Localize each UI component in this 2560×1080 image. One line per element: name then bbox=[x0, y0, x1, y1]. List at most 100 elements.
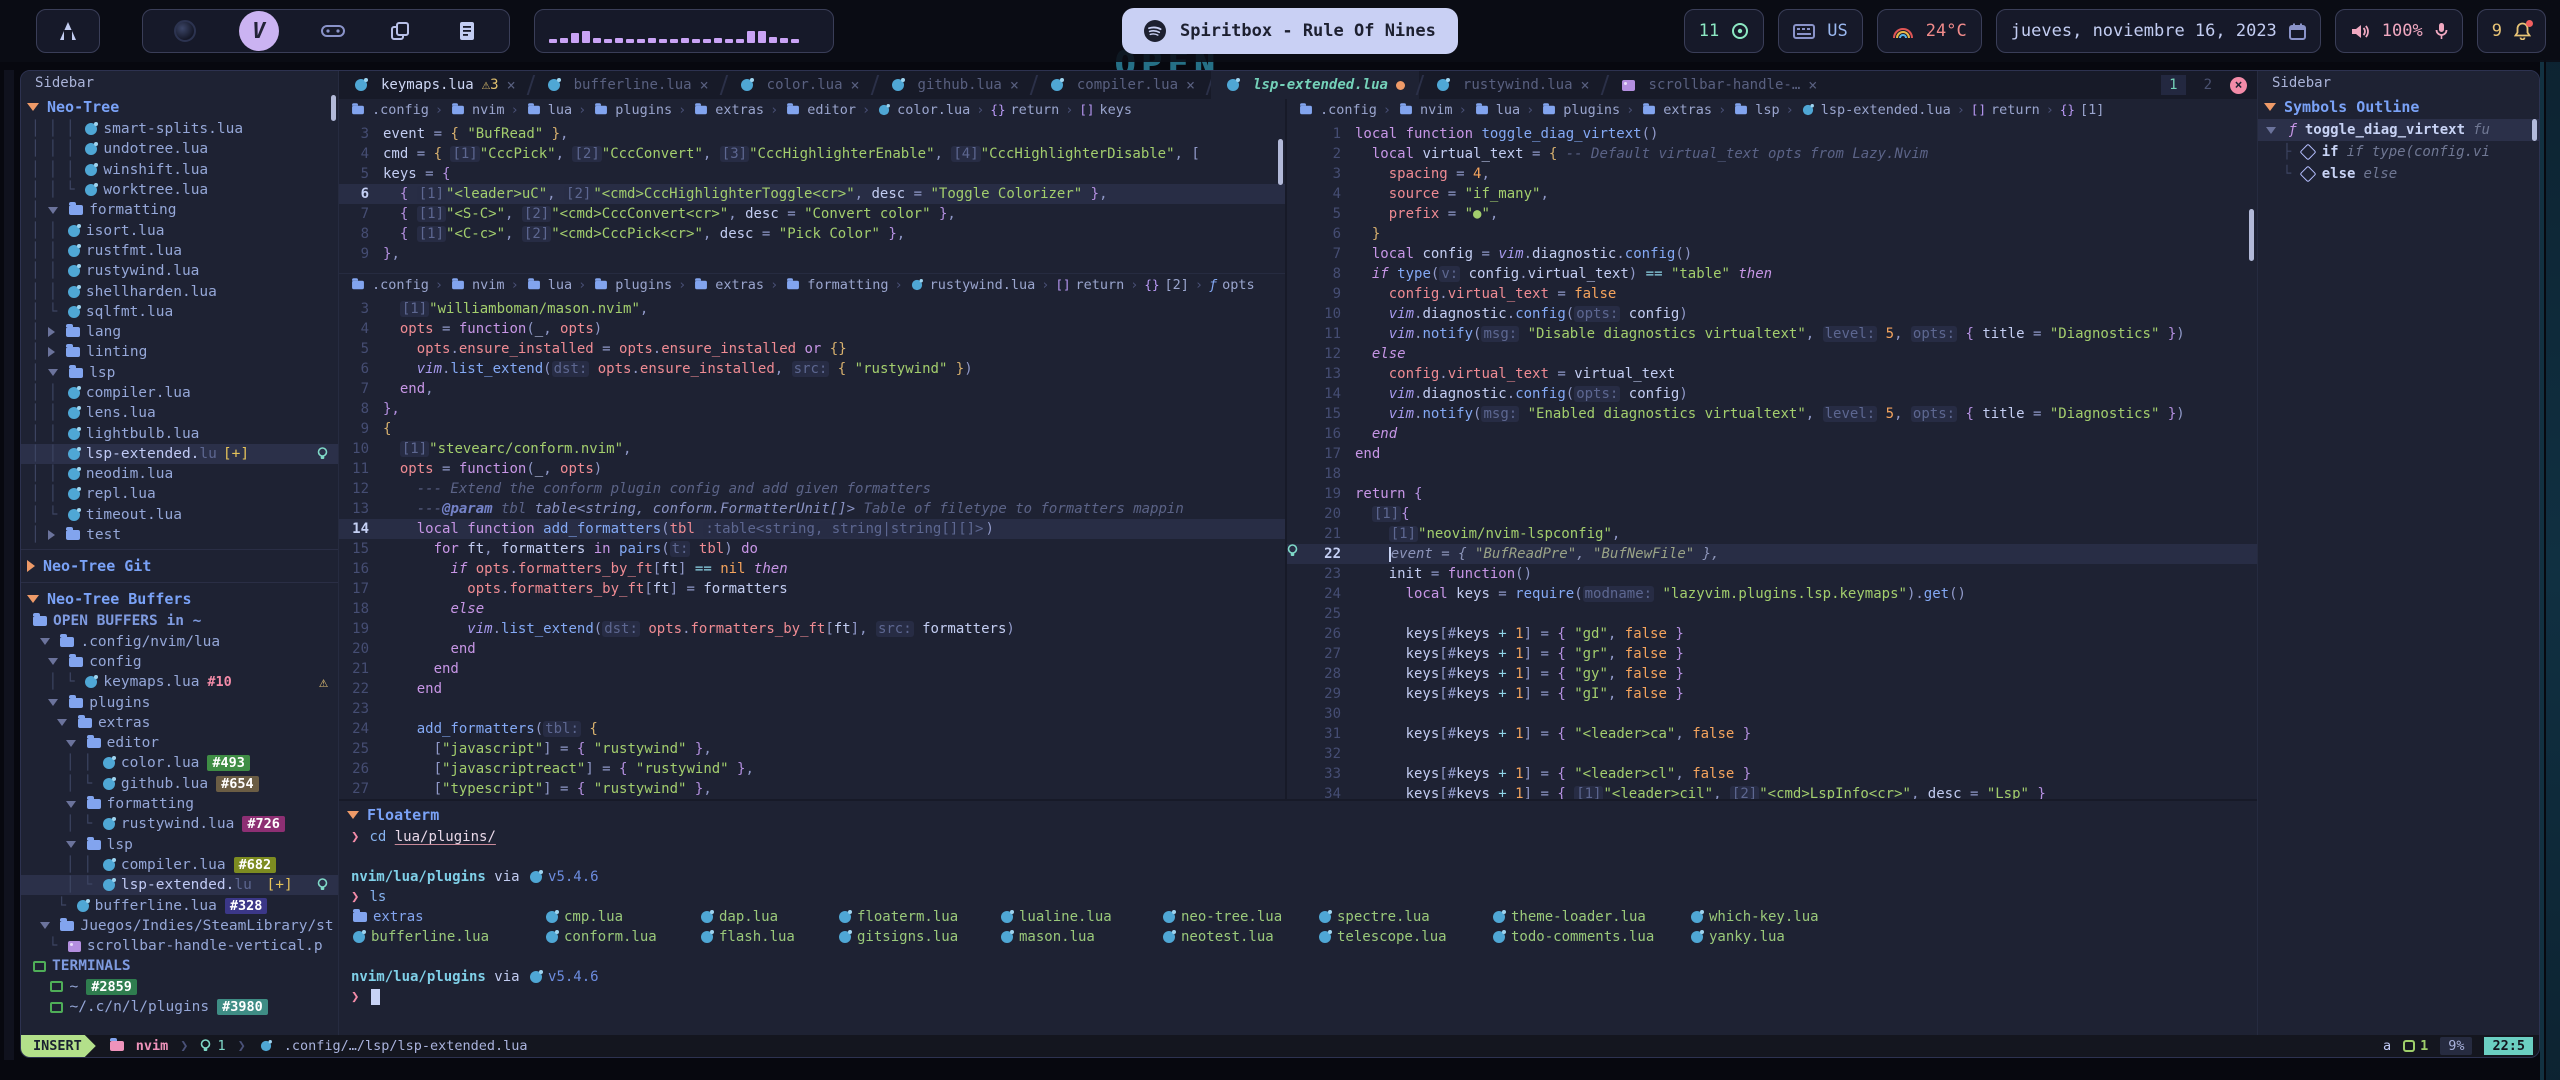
code-line-6[interactable]: 6 } bbox=[1287, 224, 2257, 244]
tree-item-github.lua[interactable]: │ └ github.lua#654 bbox=[21, 774, 338, 794]
tree-item-formatting[interactable]: │ formatting bbox=[21, 200, 338, 220]
launcher-button[interactable] bbox=[36, 9, 100, 53]
tree-item-.confignvimlua[interactable]: .config/nvim/lua bbox=[21, 632, 338, 652]
code-line-16[interactable]: 16 end bbox=[1287, 424, 2257, 444]
code-line-20[interactable]: 20 [1]{ bbox=[1287, 504, 2257, 524]
breadcrumb-item[interactable]: nvim bbox=[449, 277, 505, 293]
code-line-33[interactable]: 33 keys[#keys + 1] = { "<leader>cl", fal… bbox=[1287, 764, 2257, 784]
code-line-6[interactable]: 6 { [1]"<leader>uC", [2]"<cmd>CccHighlig… bbox=[339, 184, 1285, 204]
tree-item-worktree.lua[interactable]: │ │ └ worktree.lua bbox=[21, 180, 338, 200]
code-line-15[interactable]: 15 for ft, formatters in pairs(t: tbl) d… bbox=[339, 539, 1285, 559]
tree-item-~.cnlplugins[interactable]: ~/.c/n/l/plugins#3980 bbox=[21, 997, 338, 1017]
tree-item-OPENBUFFERSin~[interactable]: OPEN BUFFERS in ~ bbox=[21, 611, 338, 631]
code-line-7[interactable]: 7 { [1]"<S-C>", [2]"<cmd>CccConvert<cr>"… bbox=[339, 204, 1285, 224]
updates-widget[interactable]: 11 bbox=[1684, 9, 1764, 53]
tree-item-neodim.lua[interactable]: │ │ neodim.lua bbox=[21, 464, 338, 484]
tree-item-isort.lua[interactable]: │ │ isort.lua bbox=[21, 220, 338, 240]
tree-item-compiler.lua[interactable]: │ │ compiler.lua#682 bbox=[21, 855, 338, 875]
tab-lsp-extended.lua[interactable]: lsp-extended.lua bbox=[1211, 71, 1419, 99]
close-icon[interactable]: × bbox=[1808, 76, 1817, 94]
close-all-button[interactable]: × bbox=[2230, 77, 2247, 94]
chevron-down-icon[interactable] bbox=[40, 922, 50, 929]
code-line-13[interactable]: 13 config.virtual_text = virtual_text bbox=[1287, 364, 2257, 384]
close-icon[interactable]: × bbox=[1010, 76, 1019, 94]
code-line-22[interactable]: 22 end bbox=[339, 679, 1285, 699]
tree-item-lsp[interactable]: lsp bbox=[21, 835, 338, 855]
code-line-22[interactable]: 22 event = { "BufReadPre", "BufNewFile" … bbox=[1287, 544, 2257, 564]
close-icon[interactable]: × bbox=[1581, 76, 1590, 94]
tab-rustywind.lua[interactable]: rustywind.lua× bbox=[1421, 71, 1604, 99]
breadcrumb-item[interactable]: .config bbox=[349, 102, 429, 118]
breadcrumb-item[interactable]: []return bbox=[1055, 277, 1124, 293]
code-line-30[interactable]: 30 bbox=[1287, 704, 2257, 724]
code-line-24[interactable]: 24 add_formatters(tbl: { bbox=[339, 719, 1285, 739]
code-line-25[interactable]: 25 bbox=[1287, 604, 2257, 624]
breadcrumb-item[interactable]: rustywind.lua bbox=[909, 277, 1036, 293]
code-line-12[interactable]: 12 else bbox=[1287, 344, 2257, 364]
code-line-7[interactable]: 7 end, bbox=[339, 379, 1285, 399]
code-line-23[interactable]: 23 bbox=[339, 699, 1285, 719]
code-line-12[interactable]: 12 --- Extend the conform plugin config … bbox=[339, 479, 1285, 499]
chevron-down-icon[interactable] bbox=[48, 207, 58, 214]
tree-item-undotree.lua[interactable]: │ │ │ undotree.lua bbox=[21, 139, 338, 159]
code-line-18[interactable]: 18 else bbox=[339, 599, 1285, 619]
tree-item-TERMINALS[interactable]: TERMINALS bbox=[21, 956, 338, 976]
code-line-9[interactable]: 9{ bbox=[339, 419, 1285, 439]
workspace-browser[interactable] bbox=[172, 18, 198, 44]
tree-item-rustywind.lua[interactable]: │ └ rustywind.lua#726 bbox=[21, 814, 338, 834]
tree-item-linting[interactable]: │ linting bbox=[21, 342, 338, 362]
weather-widget[interactable]: 24°C bbox=[1877, 9, 1982, 53]
tree-item-test[interactable]: │ test bbox=[21, 525, 338, 545]
code-line-34[interactable]: 34 keys[#keys + 1] = { [1]"<leader>cil",… bbox=[1287, 784, 2257, 799]
chevron-right-icon[interactable] bbox=[48, 530, 55, 540]
code-line-20[interactable]: 20 end bbox=[339, 639, 1285, 659]
tree-item-lang[interactable]: │ lang bbox=[21, 322, 338, 342]
code-line-3[interactable]: 3 [1]"williamboman/mason.nvim", bbox=[339, 299, 1285, 319]
code-line-1[interactable]: 1local function toggle_diag_virtext() bbox=[1287, 124, 2257, 144]
tabpage-1[interactable]: 1 bbox=[2161, 75, 2185, 95]
tree-item-lsp-extended.[interactable]: │ └ lsp-extended.lu [+] bbox=[21, 875, 338, 895]
code-line-9[interactable]: 9}, bbox=[339, 244, 1285, 264]
workspace-games[interactable] bbox=[320, 18, 346, 44]
code-line-4[interactable]: 4 source = "if_many", bbox=[1287, 184, 2257, 204]
tab-bufferline.lua[interactable]: bufferline.lua× bbox=[532, 71, 723, 99]
tree-item-color.lua[interactable]: │ │ color.lua#493 bbox=[21, 753, 338, 773]
symbol-if[interactable]: ├ ifif type(config.vi bbox=[2258, 141, 2539, 163]
tab-scrollbar-handle-[interactable]: scrollbar-handle-…× bbox=[1606, 71, 1832, 99]
breadcrumb-item[interactable]: []keys bbox=[1079, 102, 1132, 118]
volume-widget[interactable]: 100% bbox=[2335, 9, 2463, 53]
chevron-down-icon[interactable] bbox=[57, 719, 67, 726]
code-line-3[interactable]: 3 spacing = 4, bbox=[1287, 164, 2257, 184]
chevron-down-icon[interactable] bbox=[48, 369, 58, 376]
code-line-11[interactable]: 11 opts = function(_, opts) bbox=[339, 459, 1285, 479]
editor-scrollbar[interactable] bbox=[2249, 209, 2254, 261]
symbol-toggle_diag_virtext[interactable]: ƒtoggle_diag_virtextfu bbox=[2258, 119, 2539, 141]
code-line-32[interactable]: 32 bbox=[1287, 744, 2257, 764]
code-line-31[interactable]: 31 keys[#keys + 1] = { "<leader>ca", fal… bbox=[1287, 724, 2257, 744]
code-line-26[interactable]: 26 ["javascriptreact"] = { "rustywind" }… bbox=[339, 759, 1285, 779]
terminal-line[interactable]: ❯ bbox=[339, 987, 2257, 1007]
code-line-2[interactable]: 2 local virtual_text = { -- Default virt… bbox=[1287, 144, 2257, 164]
breadcrumb-item[interactable]: .config bbox=[349, 277, 429, 293]
close-icon[interactable]: × bbox=[700, 76, 709, 94]
notifications-widget[interactable]: 9 bbox=[2477, 9, 2546, 53]
tree-item-JuegosIndiesSteamLibraryst[interactable]: Juegos/Indies/SteamLibrary/st bbox=[21, 916, 338, 936]
chevron-down-icon[interactable] bbox=[2266, 127, 2276, 134]
tree-item-rustfmt.lua[interactable]: │ │ rustfmt.lua bbox=[21, 241, 338, 261]
breadcrumb-item[interactable]: {}[1] bbox=[2060, 102, 2104, 118]
breadcrumb-item[interactable]: plugins bbox=[592, 277, 672, 293]
breadcrumb-item[interactable]: lsp bbox=[1732, 102, 1779, 118]
code-line-25[interactable]: 25 ["javascript"] = { "rustywind" }, bbox=[339, 739, 1285, 759]
clock-widget[interactable]: jueves, noviembre 16, 2023 bbox=[1996, 9, 2321, 53]
code-line-27[interactable]: 27 ["typescript"] = { "rustywind" }, bbox=[339, 779, 1285, 799]
tree-item-bufferline.lua[interactable]: └ bufferline.lua#328 bbox=[21, 895, 338, 915]
tree-item-lens.lua[interactable]: │ │ lens.lua bbox=[21, 403, 338, 423]
chevron-down-icon[interactable] bbox=[66, 841, 76, 848]
code-line-29[interactable]: 29 keys[#keys + 1] = { "gI", false } bbox=[1287, 684, 2257, 704]
chevron-down-icon[interactable] bbox=[48, 658, 58, 665]
code-line-5[interactable]: 5keys = { bbox=[339, 164, 1285, 184]
tree-item-lsp[interactable]: │ lsp bbox=[21, 363, 338, 383]
code-line-3[interactable]: 3event = { "BufRead" }, bbox=[339, 124, 1285, 144]
close-icon[interactable]: × bbox=[507, 76, 516, 94]
workspace-docs[interactable] bbox=[454, 18, 480, 44]
